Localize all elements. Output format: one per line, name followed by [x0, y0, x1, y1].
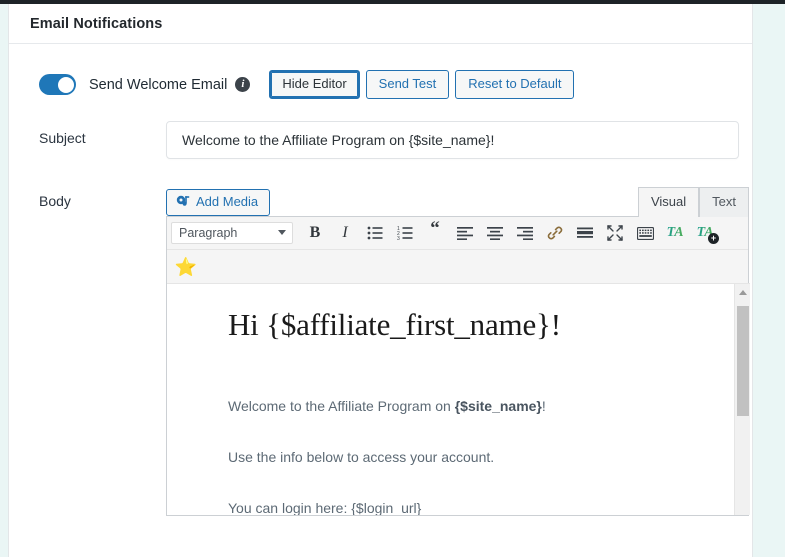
- align-left-icon[interactable]: [450, 220, 480, 247]
- send-welcome-email-row: Send Welcome Email i Hide Editor Send Te…: [9, 44, 752, 100]
- para1-bold: {$site_name}: [454, 398, 542, 414]
- star-glyph: ⭐: [174, 256, 198, 277]
- reset-to-default-button[interactable]: Reset to Default: [455, 69, 575, 100]
- editor-scrollbar[interactable]: [734, 284, 750, 515]
- app-root: Email Notifications Send Welcome Email i…: [0, 0, 785, 557]
- tab-text[interactable]: Text: [699, 187, 749, 217]
- align-right-icon[interactable]: [510, 220, 540, 247]
- editor-toolbar-row-1: Paragraph B I 1 2 3 “ TA TA +: [167, 217, 748, 250]
- editor-action-buttons: Hide Editor Send Test Reset to Default: [269, 69, 575, 100]
- subject-label: Subject: [39, 130, 86, 146]
- toggle-knob: [57, 76, 74, 93]
- subject-input[interactable]: [166, 121, 739, 159]
- italic-icon[interactable]: I: [330, 220, 360, 247]
- bold-icon[interactable]: B: [300, 220, 330, 247]
- subject-field-row: Subject: [9, 121, 752, 159]
- editor-box: Paragraph B I 1 2 3 “ TA TA + ⭐ Hi {$aff…: [166, 216, 750, 516]
- plus-badge-icon: +: [708, 232, 719, 244]
- align-center-icon[interactable]: [480, 220, 510, 247]
- email-notifications-panel: Email Notifications Send Welcome Email i…: [8, 4, 753, 557]
- email-heading: Hi {$affiliate_first_name}!: [228, 307, 561, 342]
- scroll-up-arrow-icon[interactable]: [735, 284, 750, 300]
- para1-suffix: !: [541, 398, 546, 414]
- email-paragraph-2: Use the info below to access your accoun…: [228, 449, 495, 465]
- svg-text:3: 3: [397, 236, 400, 240]
- send-welcome-email-toggle[interactable]: [39, 74, 76, 95]
- read-more-icon[interactable]: [570, 220, 600, 247]
- keyboard-shortcuts-icon[interactable]: [630, 220, 660, 247]
- blockquote-icon[interactable]: “: [420, 219, 450, 247]
- editor-mode-tabs: Visual Text: [637, 187, 749, 217]
- send-test-button[interactable]: Send Test: [365, 69, 450, 100]
- panel-header: Email Notifications: [9, 4, 752, 44]
- wysiwyg-editor: Add Media Visual Text Paragraph B I 1 2 …: [166, 183, 750, 516]
- text-color-icon[interactable]: TA: [660, 220, 690, 247]
- body-field-row: Body Add Media Visual Text Paragraph B I…: [9, 183, 752, 516]
- add-media-icon: [176, 195, 190, 209]
- format-select-wrap: Paragraph: [171, 222, 293, 244]
- add-media-button[interactable]: Add Media: [166, 188, 271, 216]
- fullscreen-icon[interactable]: [600, 220, 630, 247]
- numbered-list-icon[interactable]: 1 2 3: [390, 220, 420, 247]
- email-paragraph-1: Welcome to the Affiliate Program on {$si…: [228, 396, 710, 417]
- tab-visual[interactable]: Visual: [637, 187, 700, 217]
- add-media-label: Add Media: [196, 193, 259, 209]
- editor-toolbar-row-2: ⭐: [167, 250, 748, 283]
- editor-top-bar: Add Media Visual Text: [166, 183, 749, 217]
- emoji-star-icon[interactable]: ⭐: [171, 253, 201, 280]
- bulleted-list-icon[interactable]: [360, 220, 390, 247]
- right-page-gutter: [753, 4, 785, 557]
- hide-editor-button[interactable]: Hide Editor: [269, 69, 360, 100]
- para1-prefix: Welcome to the Affiliate Program on: [228, 398, 455, 414]
- paragraph-format-select[interactable]: Paragraph: [171, 222, 293, 244]
- editor-content-area[interactable]: Hi {$affiliate_first_name}! Welcome to t…: [167, 283, 750, 515]
- body-label: Body: [39, 193, 71, 209]
- scrollbar-thumb[interactable]: [737, 306, 749, 416]
- text-color-glyph: TA: [666, 225, 684, 240]
- insert-link-icon[interactable]: [540, 220, 570, 247]
- insert-template-tag-icon[interactable]: TA +: [690, 220, 720, 247]
- send-welcome-email-label: Send Welcome Email: [89, 76, 228, 93]
- editor-document: Hi {$affiliate_first_name}! Welcome to t…: [167, 284, 750, 515]
- info-icon[interactable]: i: [235, 77, 251, 92]
- email-paragraph-3: You can login here: {$login_url}: [228, 500, 422, 515]
- page-title: Email Notifications: [30, 15, 163, 32]
